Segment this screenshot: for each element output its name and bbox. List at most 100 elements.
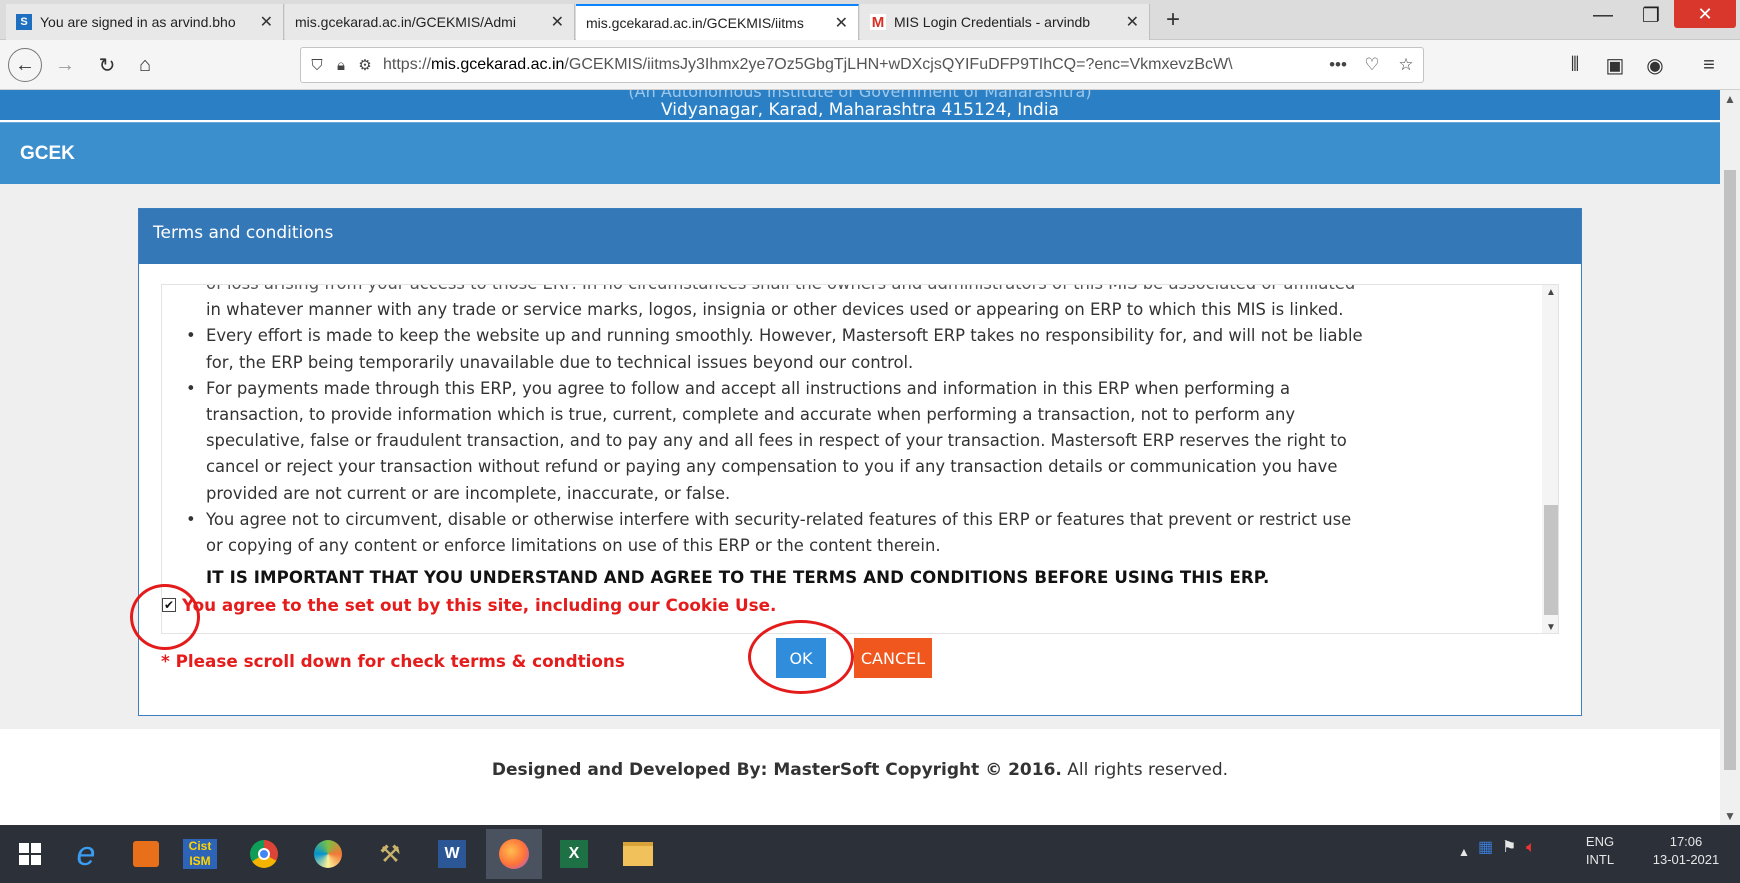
site-favicon-icon: S	[16, 14, 32, 30]
windows-start-icon[interactable]	[8, 833, 52, 875]
browser-tab-2[interactable]: mis.gcekarad.ac.in/GCEKMIS/Admi ✕	[285, 4, 575, 40]
agree-row: ✔ You agree to the set out by this site,…	[162, 595, 776, 615]
minimize-icon[interactable]: —	[1580, 0, 1626, 30]
cist-ism-icon[interactable]: Cist ISM	[178, 833, 222, 875]
tools-icon[interactable]: ⚒	[368, 833, 412, 875]
browser-tab-bar: S You are signed in as arvind.bho ✕ mis.…	[0, 0, 1740, 40]
gmail-icon: M	[870, 13, 886, 31]
excel-icon[interactable]: X	[552, 833, 596, 875]
terms-bullet: For payments made through this ERP, you …	[184, 376, 1532, 507]
annotation-circle-ok	[748, 620, 854, 694]
org-short-name: GCEK	[20, 143, 75, 164]
scrollbar-thumb[interactable]	[1724, 170, 1736, 770]
firefox-icon[interactable]	[486, 829, 542, 879]
modal-title: Terms and conditions	[139, 209, 1581, 264]
close-tab-icon[interactable]: ✕	[260, 12, 273, 32]
tab-title: mis.gcekarad.ac.in/GCEKMIS/Admi	[295, 14, 516, 30]
agree-label[interactable]: You agree to the set out by this site, i…	[182, 595, 776, 615]
page-scrollbar[interactable]: ▲ ▼	[1720, 90, 1740, 825]
pocket-icon[interactable]: ♡	[1355, 55, 1389, 75]
tab-title: mis.gcekarad.ac.in/GCEKMIS/iitms	[586, 15, 804, 31]
web-page: (An Autonomous Institute of Government o…	[0, 90, 1720, 825]
permissions-icon[interactable]: ⚙	[353, 56, 377, 74]
clock-time: 17:06	[1669, 834, 1703, 849]
network-icon[interactable]: ▦	[1478, 839, 1493, 857]
keyboard-layout: INTL	[1585, 852, 1615, 867]
annotation-circle-checkbox	[130, 584, 200, 650]
terms-bullet: Every effort is made to keep the website…	[184, 323, 1532, 375]
terms-line: For payments made through this ERP, you …	[206, 378, 1291, 398]
maximize-icon[interactable]: ❐	[1628, 0, 1674, 30]
site-header: (An Autonomous Institute of Government o…	[0, 90, 1720, 120]
reload-icon[interactable]: ↻	[92, 50, 122, 80]
url-domain: mis.gcekarad.ac.in	[431, 56, 565, 73]
tab-title: MIS Login Credentials - arvindb	[894, 14, 1091, 30]
scrollbar-thumb[interactable]	[1544, 505, 1558, 615]
windows-taskbar: e Cist ISM ⚒ W X ▲ ▦ ⚑ 🔈︎ ENG INTL 17:06 …	[0, 825, 1740, 883]
page-actions-icon[interactable]: •••	[1321, 55, 1355, 75]
scroll-down-icon[interactable]: ▼	[1720, 809, 1740, 823]
language-code: ENG	[1585, 834, 1615, 849]
terms-line: speculative, false or fraudulent transac…	[206, 431, 1347, 451]
sidebar-icon[interactable]: ▣	[1600, 50, 1630, 80]
terms-line: transaction, to provide information whic…	[206, 405, 1296, 425]
scroll-down-icon[interactable]: ▼	[1542, 622, 1558, 633]
terms-scroll-box[interactable]: of loss arising from your access to thos…	[161, 284, 1559, 634]
browser-tab-4[interactable]: M MIS Login Credentials - arvindb ✕	[860, 4, 1150, 40]
url-prefix: https://	[383, 56, 432, 73]
file-explorer-icon[interactable]	[616, 833, 660, 875]
important-notice: IT IS IMPORTANT THAT YOU UNDERSTAND AND …	[206, 568, 1270, 588]
app-icon[interactable]	[124, 833, 168, 875]
close-tab-icon[interactable]: ✕	[1126, 12, 1139, 32]
terms-bullet: You agree not to circumvent, disable or …	[184, 507, 1532, 559]
terms-line: Every effort is made to keep the website…	[206, 326, 1363, 346]
url-path: /GCEKMIS/iitmsJy3Ihmx2ye7Oz5GbgTjLHN+wDX…	[564, 56, 1233, 73]
footer-credit: Designed and Developed By: MasterSoft Co…	[491, 760, 1062, 780]
browser-nav-bar: ← → ↻ ⌂ ⛉ 🔒︎ ⚙ https://mis.gcekarad.ac.i…	[0, 40, 1740, 90]
terms-text: of loss arising from your access to thos…	[162, 285, 1532, 591]
footer-rights: All rights reserved.	[1061, 760, 1229, 780]
volume-icon[interactable]: 🔈︎	[1526, 839, 1536, 857]
shield-icon[interactable]: ⛉	[305, 57, 329, 74]
close-tab-icon[interactable]: ✕	[551, 12, 564, 32]
institute-address: Vidyanagar, Karad, Maharashtra 415124, I…	[661, 100, 1059, 120]
clock-date: 13-01-2021	[1652, 852, 1720, 867]
scroll-up-icon[interactable]: ▲	[1542, 287, 1558, 298]
tray-expand-icon[interactable]: ▲	[1458, 843, 1470, 861]
photos-icon[interactable]	[306, 833, 350, 875]
terms-line: in whatever manner with any trade or ser…	[206, 300, 1344, 320]
org-title-bar: GCEK	[0, 122, 1720, 184]
menu-icon[interactable]: ≡	[1694, 50, 1724, 80]
address-bar[interactable]: ⛉ 🔒︎ ⚙ https://mis.gcekarad.ac.in/GCEKMI…	[300, 47, 1424, 83]
terms-partial-line: of loss arising from your access to thos…	[184, 285, 1532, 297]
language-indicator[interactable]: ENG INTL	[1580, 833, 1620, 869]
forward-arrow-icon[interactable]: →	[50, 50, 80, 80]
browser-tab-3-active[interactable]: mis.gcekarad.ac.in/GCEKMIS/iitms ✕	[576, 4, 859, 40]
new-tab-button[interactable]: +	[1158, 6, 1188, 36]
terms-scrollbar[interactable]: ▲ ▼	[1542, 285, 1558, 633]
terms-line: for, the ERP being temporarily unavailab…	[206, 352, 914, 372]
close-tab-icon[interactable]: ✕	[835, 13, 848, 33]
scroll-up-icon[interactable]: ▲	[1720, 92, 1740, 106]
tab-title: You are signed in as arvind.bho	[40, 14, 236, 30]
page-footer: Designed and Developed By: MasterSoft Co…	[0, 730, 1720, 825]
terms-line: You agree not to circumvent, disable or …	[206, 509, 1352, 529]
account-icon[interactable]: ◉	[1640, 50, 1670, 80]
bookmark-star-icon[interactable]: ☆	[1389, 55, 1423, 75]
library-icon[interactable]: ⫴	[1560, 50, 1590, 80]
word-icon[interactable]: W	[430, 833, 474, 875]
scroll-warning: * Please scroll down for check terms & c…	[161, 651, 625, 671]
browser-tab-1[interactable]: S You are signed in as arvind.bho ✕	[6, 4, 284, 40]
terms-line: or copying of any content or enforce lim…	[206, 536, 941, 556]
terms-line: cancel or reject your transaction withou…	[206, 457, 1338, 477]
lock-icon[interactable]: 🔒︎	[329, 57, 353, 74]
back-arrow-icon[interactable]: ←	[8, 48, 42, 82]
window-close-icon[interactable]: ✕	[1674, 0, 1736, 28]
flag-icon[interactable]: ⚑	[1502, 839, 1516, 857]
home-icon[interactable]: ⌂	[130, 50, 160, 80]
clock[interactable]: 17:06 13-01-2021	[1646, 833, 1726, 869]
url-text[interactable]: https://mis.gcekarad.ac.in/GCEKMIS/iitms…	[377, 56, 1321, 74]
internet-explorer-icon[interactable]: e	[64, 833, 108, 875]
chrome-icon[interactable]	[242, 833, 286, 875]
cancel-button[interactable]: CANCEL	[854, 638, 932, 678]
